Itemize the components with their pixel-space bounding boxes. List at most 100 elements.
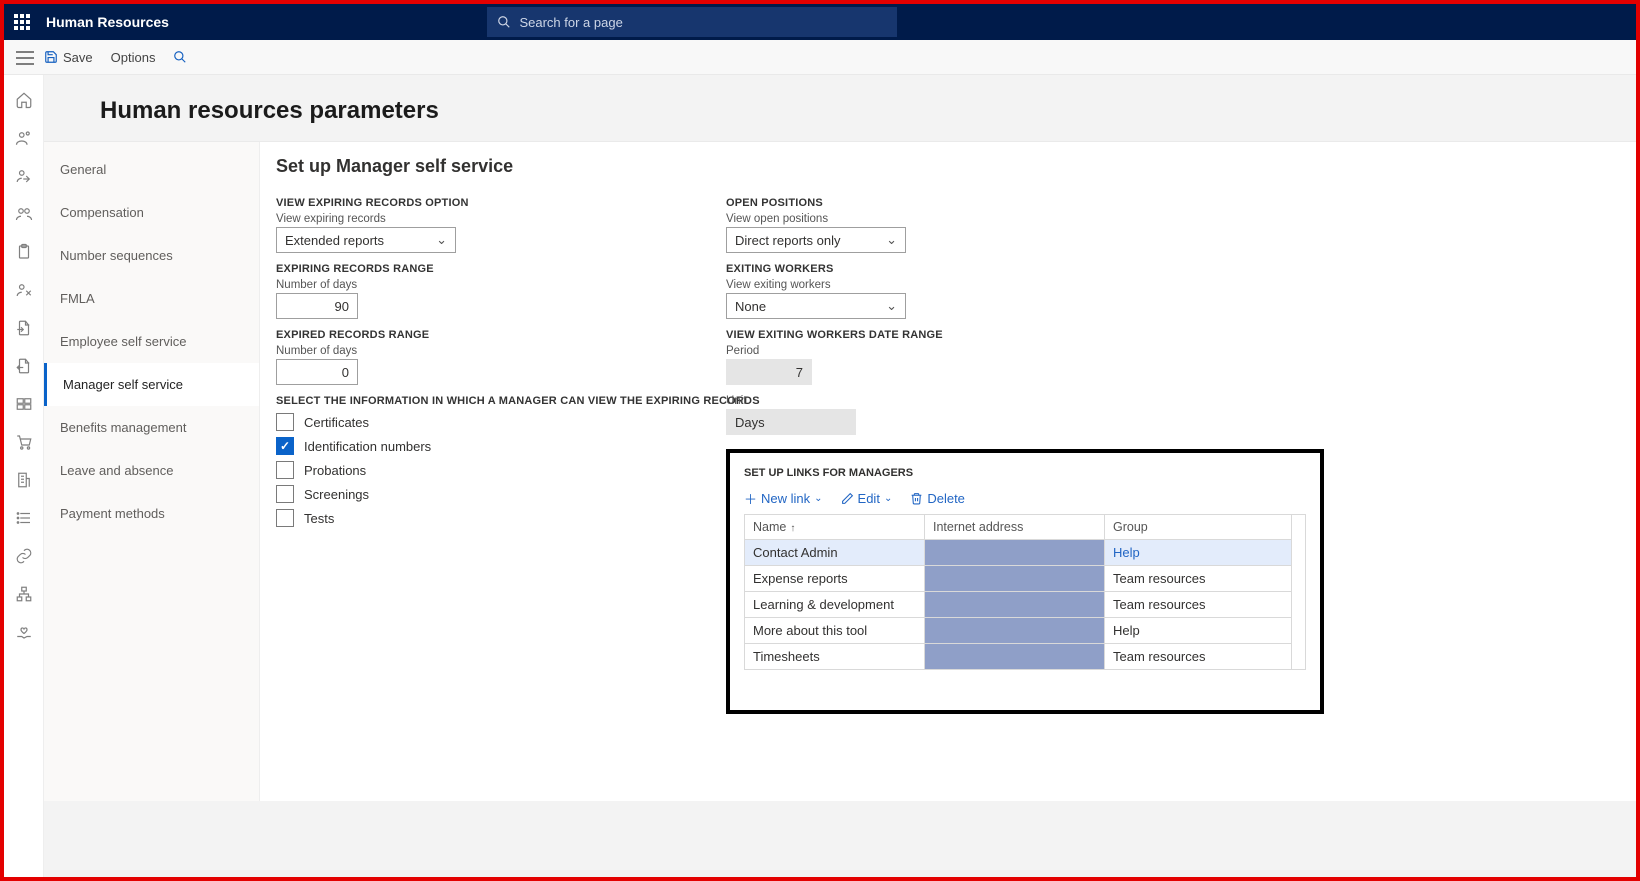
table-scrollbar[interactable]	[1292, 514, 1306, 670]
cell-addr[interactable]	[925, 618, 1105, 644]
hierarchy-icon[interactable]	[15, 585, 33, 603]
link-icon[interactable]	[15, 547, 33, 565]
team-icon[interactable]	[15, 205, 33, 223]
find-button[interactable]	[173, 50, 187, 64]
section-nav-item[interactable]: Leave and absence	[44, 449, 259, 492]
checkbox[interactable]	[276, 509, 294, 527]
checkbox-label: Probations	[304, 463, 366, 478]
checkbox-row[interactable]: Screenings	[276, 485, 686, 503]
chevron-down-icon: ⌄	[886, 232, 897, 248]
readonly-unit: Days	[726, 409, 856, 435]
cell-name[interactable]: Contact Admin	[745, 540, 925, 566]
cell-group[interactable]: Help	[1105, 540, 1292, 566]
section-nav-item[interactable]: Compensation	[44, 191, 259, 234]
cell-addr[interactable]	[925, 540, 1105, 566]
select-open-positions[interactable]: Direct reports only ⌄	[726, 227, 906, 253]
cell-group[interactable]: Help	[1105, 618, 1292, 644]
cell-group[interactable]: Team resources	[1105, 592, 1292, 618]
delete-link-button[interactable]: Delete	[910, 491, 965, 506]
app-launcher-icon[interactable]	[14, 14, 30, 30]
options-button[interactable]: Options	[111, 50, 156, 65]
label-period: Period	[726, 345, 1136, 357]
table-row[interactable]: More about this tool Help	[745, 618, 1292, 644]
global-topbar: Human Resources Search for a page	[4, 4, 1636, 40]
windows-icon[interactable]	[15, 395, 33, 413]
checkbox[interactable]	[276, 413, 294, 431]
section-nav-item[interactable]: General	[44, 148, 259, 191]
new-link-button[interactable]: ＋ New link ⌄	[744, 489, 823, 508]
app-name: Human Resources	[46, 14, 169, 30]
doc-in-icon[interactable]	[15, 319, 33, 337]
label-unit: Unit	[726, 395, 1136, 407]
section-nav-item[interactable]: Benefits management	[44, 406, 259, 449]
cart-icon[interactable]	[15, 433, 33, 451]
heart-hand-icon[interactable]	[15, 623, 33, 641]
edit-link-button[interactable]: Edit ⌄	[841, 491, 893, 506]
cell-group[interactable]: Team resources	[1105, 566, 1292, 592]
building-icon[interactable]	[15, 471, 33, 489]
person-arrow-icon[interactable]	[15, 167, 33, 185]
links-table[interactable]: Name↑ Internet address Group Contact Adm…	[744, 514, 1292, 670]
section-nav-item[interactable]: Payment methods	[44, 492, 259, 535]
checkbox-row[interactable]: Probations	[276, 461, 686, 479]
checkbox[interactable]: ✓	[276, 437, 294, 455]
hamburger-icon[interactable]	[16, 51, 34, 68]
cell-addr[interactable]	[925, 644, 1105, 670]
section-open-positions: OPEN POSITIONS	[726, 197, 1136, 209]
section-nav-item[interactable]: Employee self service	[44, 320, 259, 363]
checkbox-row[interactable]: ✓ Identification numbers	[276, 437, 686, 455]
checkbox-row[interactable]: Certificates	[276, 413, 686, 431]
table-row[interactable]: Contact Admin Help	[745, 540, 1292, 566]
section-expired-range: EXPIRED RECORDS RANGE	[276, 329, 686, 341]
table-row[interactable]: Expense reports Team resources	[745, 566, 1292, 592]
section-nav-item[interactable]: FMLA	[44, 277, 259, 320]
save-button[interactable]: Save	[44, 50, 93, 65]
links-box: SET UP LINKS FOR MANAGERS ＋ New link ⌄	[726, 449, 1324, 714]
col-group[interactable]: Group	[1105, 515, 1292, 540]
input-expiring-days[interactable]: 90	[276, 293, 358, 319]
cell-name[interactable]: Expense reports	[745, 566, 925, 592]
cell-name[interactable]: More about this tool	[745, 618, 925, 644]
table-row[interactable]: Timesheets Team resources	[745, 644, 1292, 670]
label-open-positions: View open positions	[726, 213, 1136, 225]
select-exiting-workers[interactable]: None ⌄	[726, 293, 906, 319]
checkbox[interactable]	[276, 485, 294, 503]
section-nav-item[interactable]: Number sequences	[44, 234, 259, 277]
cell-addr[interactable]	[925, 566, 1105, 592]
list-icon[interactable]	[15, 509, 33, 527]
label-expired-days: Number of days	[276, 345, 686, 357]
home-icon[interactable]	[15, 91, 33, 109]
checkbox-row[interactable]: Tests	[276, 509, 686, 527]
readonly-period: 7	[726, 359, 812, 385]
people-icon[interactable]	[15, 129, 33, 147]
chevron-down-icon: ⌄	[436, 232, 447, 248]
cell-name[interactable]: Timesheets	[745, 644, 925, 670]
label-expiring-days: Number of days	[276, 279, 686, 291]
left-icon-rail	[4, 75, 44, 877]
col-addr[interactable]: Internet address	[925, 515, 1105, 540]
global-search[interactable]: Search for a page	[487, 7, 897, 37]
checkbox-label: Identification numbers	[304, 439, 431, 454]
doc-out-icon[interactable]	[15, 357, 33, 375]
form-title: Set up Manager self service	[276, 156, 1620, 177]
chevron-down-icon: ⌄	[814, 493, 822, 504]
clipboard-icon[interactable]	[15, 243, 33, 261]
cell-addr[interactable]	[925, 592, 1105, 618]
section-select-info: SELECT THE INFORMATION IN WHICH A MANAGE…	[276, 395, 686, 407]
pencil-icon	[841, 492, 854, 505]
chevron-down-icon: ⌄	[886, 298, 897, 314]
label-view-expiring: View expiring records	[276, 213, 686, 225]
select-view-expiring[interactable]: Extended reports ⌄	[276, 227, 456, 253]
col-name[interactable]: Name↑	[745, 515, 925, 540]
person-cross-icon[interactable]	[15, 281, 33, 299]
checkbox[interactable]	[276, 461, 294, 479]
input-expired-days[interactable]: 0	[276, 359, 358, 385]
section-nav-item[interactable]: Manager self service	[44, 363, 259, 406]
section-expiring-range: EXPIRING RECORDS RANGE	[276, 263, 686, 275]
search-placeholder: Search for a page	[519, 15, 622, 30]
search-icon	[497, 15, 511, 29]
trash-icon	[910, 492, 923, 505]
cell-name[interactable]: Learning & development	[745, 592, 925, 618]
table-row[interactable]: Learning & development Team resources	[745, 592, 1292, 618]
cell-group[interactable]: Team resources	[1105, 644, 1292, 670]
